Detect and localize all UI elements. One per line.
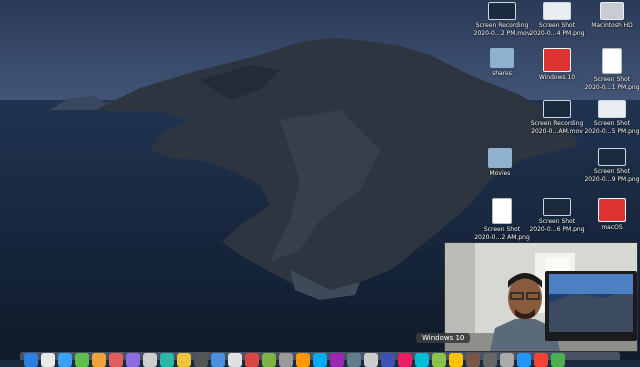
desktop-icon-sublabel: 2020-0…5 PM.png (584, 128, 640, 135)
screen-icon (543, 100, 571, 118)
dock-app-icon[interactable] (330, 353, 344, 367)
screen-light-icon (598, 100, 626, 118)
desktop-icon-label: Screen Shot (593, 76, 631, 83)
dock-app-icon[interactable] (279, 353, 293, 367)
screen-light-icon (543, 2, 571, 20)
desktop-icon-sublabel: 2020-0…2 AM.png (474, 234, 530, 241)
dock-app-icon[interactable] (432, 353, 446, 367)
dock-app-icon[interactable] (313, 353, 327, 367)
dock-app-icon[interactable] (109, 353, 123, 367)
dock-app-icon[interactable] (41, 353, 55, 367)
desktop-icon[interactable]: Macintosh HD (580, 2, 640, 30)
dock-app-icon[interactable] (58, 353, 72, 367)
dock-app-icon[interactable] (211, 353, 225, 367)
dock-app-icon[interactable] (143, 353, 157, 367)
dock-app-icon[interactable] (517, 353, 531, 367)
folder-icon (490, 48, 514, 68)
doc-icon (492, 198, 512, 224)
dock-app-icon[interactable] (262, 353, 276, 367)
webcam-overlay (444, 242, 638, 352)
desktop-icon-label: Movies (489, 170, 511, 177)
desktop-icon[interactable]: Screen Shot 2020-0…1 PM.png (580, 48, 640, 92)
desktop-icon-label: Screen Shot (593, 168, 631, 175)
dock-app-icon[interactable] (24, 353, 38, 367)
screen-icon (488, 2, 516, 20)
desktop-icon[interactable]: Screen Shot 2020-0…9 PM.png (580, 148, 640, 184)
parallels-icon (598, 198, 626, 222)
dock-app-icon[interactable] (415, 353, 429, 367)
doc-icon (602, 48, 622, 74)
dock-app-icon[interactable] (381, 353, 395, 367)
desktop-icon-sublabel: 2020-0…9 PM.png (584, 176, 640, 183)
dock-app-icon[interactable] (177, 353, 191, 367)
dock (20, 352, 620, 367)
dock-app-icon[interactable] (194, 353, 208, 367)
dock-app-icon[interactable] (534, 353, 548, 367)
screen-icon (543, 198, 571, 216)
dock-app-icon[interactable] (364, 353, 378, 367)
dock-app-icon[interactable] (160, 353, 174, 367)
dock-app-icon[interactable] (92, 353, 106, 367)
dock-tooltip: Windows 10 (416, 333, 471, 343)
desktop-icon-label: Screen Shot (593, 120, 631, 127)
desktop-icon-sublabel: 2020-0…1 PM.png (584, 84, 640, 91)
desktop-icon-label: macOS (601, 224, 623, 231)
dock-app-icon[interactable] (500, 353, 514, 367)
dock-app-icon[interactable] (245, 353, 259, 367)
dock-app-icon[interactable] (75, 353, 89, 367)
desktop-icon-label: Macintosh HD (591, 22, 633, 29)
dock-app-icon[interactable] (449, 353, 463, 367)
dock-app-icon[interactable] (347, 353, 361, 367)
dock-app-icon[interactable] (483, 353, 497, 367)
desktop-icon[interactable]: Screen Shot 2020-0…5 PM.png (580, 100, 640, 136)
desktop-icon[interactable]: Movies (468, 148, 532, 178)
screen-icon (598, 148, 626, 166)
dock-app-icon[interactable] (296, 353, 310, 367)
dock-app-icon[interactable] (126, 353, 140, 367)
folder-icon (488, 148, 512, 168)
dock-app-icon[interactable] (398, 353, 412, 367)
hd-icon (600, 2, 624, 20)
parallels-icon (543, 48, 571, 72)
desktop-icon[interactable]: macOS (580, 198, 640, 232)
dock-app-icon[interactable] (551, 353, 565, 367)
dock-app-icon[interactable] (228, 353, 242, 367)
desktop-icon-sublabel: 2020-0…4 PM.png (529, 30, 585, 37)
dock-app-icon[interactable] (466, 353, 480, 367)
